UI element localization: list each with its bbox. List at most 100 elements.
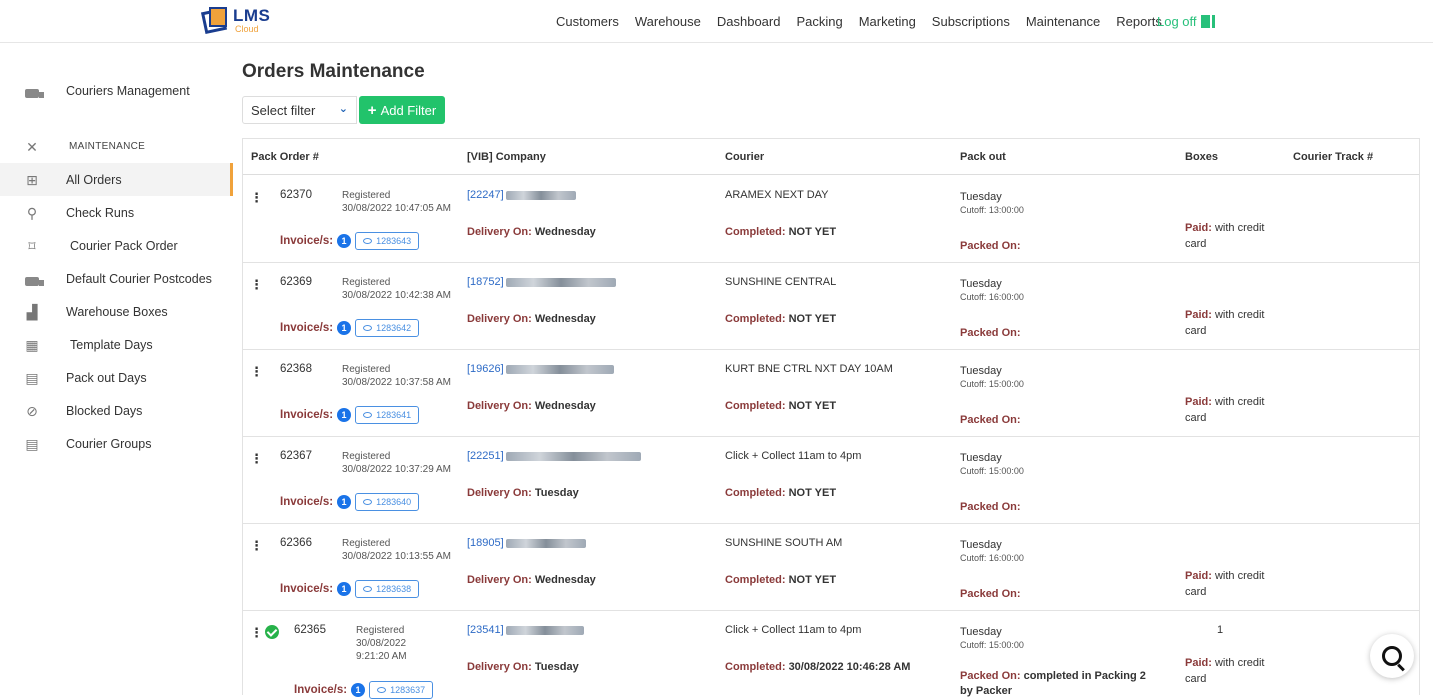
completed-label: Completed:: [725, 661, 786, 673]
paid-status: Paid: with credit card: [1185, 568, 1285, 600]
tools-icon: ✕: [26, 138, 38, 155]
boxes-icon: ▟: [26, 303, 38, 320]
pack-order-number: 62367: [280, 450, 312, 462]
blocked-icon: ⊘: [26, 402, 38, 419]
cutoff-time: Cutoff: 15:00:00: [960, 379, 1024, 389]
header-courier[interactable]: Courier: [725, 151, 764, 163]
header-courier-track[interactable]: Courier Track #: [1293, 151, 1373, 163]
packed-label: Packed On:: [960, 414, 1021, 426]
packed-label: Packed On:: [960, 501, 1021, 513]
invoice-view-button[interactable]: 1283637: [369, 681, 434, 699]
add-filter-label: Add Filter: [380, 102, 437, 118]
table-row[interactable]: ⋮ 62369 Registered 30/08/2022 10:42:38 A…: [243, 263, 1419, 350]
sidebar-couriers-management[interactable]: Couriers Management: [0, 74, 233, 107]
packed-label: Packed On:: [960, 240, 1021, 252]
company-code-link[interactable]: [19626]: [467, 363, 504, 375]
company-code-link[interactable]: [23541]: [467, 624, 504, 636]
lms-logo[interactable]: LMS Cloud: [200, 2, 270, 38]
packed-label: Packed On:: [960, 588, 1021, 600]
completed-status: Completed: 30/08/2022 10:46:28 AM: [725, 661, 910, 673]
invoice-view-button[interactable]: 1283638: [355, 580, 420, 598]
calendar-icon: ▤: [25, 369, 39, 386]
nav-maintenance[interactable]: Maintenance: [1026, 14, 1100, 29]
invoice-group: Invoice/s: 1 1283638: [280, 580, 420, 598]
nav-subscriptions[interactable]: Subscriptions: [932, 14, 1010, 29]
table-row[interactable]: ⋮ 62367 Registered 30/08/2022 10:37:29 A…: [243, 437, 1419, 524]
sidebar-item-label: Check Runs: [66, 205, 135, 220]
status-date: 30/08/2022 10:42:38 AM: [342, 290, 451, 301]
nav-customers[interactable]: Customers: [556, 14, 619, 29]
pack-out-day: Tuesday: [960, 278, 1002, 290]
nav-warehouse[interactable]: Warehouse: [635, 14, 701, 29]
sidebar-item-template-days[interactable]: ▦ Template Days: [0, 328, 233, 361]
nav-dashboard[interactable]: Dashboard: [717, 14, 781, 29]
logoff-link[interactable]: Log off: [1157, 14, 1215, 29]
invoice-number: 1283637: [390, 685, 426, 695]
table-row[interactable]: ⋮ 62368 Registered 30/08/2022 10:37:58 A…: [243, 350, 1419, 437]
courier-name: Click + Collect 11am to 4pm: [725, 450, 862, 462]
redacted-company-name: [505, 190, 576, 200]
row-menu-icon[interactable]: ⋮: [250, 625, 263, 641]
sidebar-item-courier-groups[interactable]: ▤ Courier Groups: [0, 427, 233, 460]
status-label: Registered: [356, 625, 405, 636]
company-cell: [22247]: [467, 189, 576, 201]
invoice-group: Invoice/s: 1 1283637: [294, 681, 434, 699]
paid-label: Paid:: [1185, 222, 1212, 234]
invoice-label: Invoice/s:: [280, 583, 334, 595]
boxes-count: 1: [1217, 624, 1224, 636]
sidebar-item-blocked-days[interactable]: ⊘ Blocked Days: [0, 394, 233, 427]
nav-packing[interactable]: Packing: [796, 14, 842, 29]
nav-marketing[interactable]: Marketing: [859, 14, 916, 29]
completed-value: NOT YET: [788, 313, 837, 325]
sidebar-item-label: Couriers Management: [66, 83, 190, 98]
zoom-search-button[interactable]: [1370, 634, 1414, 678]
row-menu-icon[interactable]: ⋮: [250, 190, 263, 206]
header-company[interactable]: [VIB] Company: [467, 151, 546, 163]
table-row[interactable]: ⋮ 62365 Registered 30/08/2022 9:21:20 AM…: [243, 611, 1419, 699]
row-menu-icon[interactable]: ⋮: [250, 277, 263, 293]
company-code-link[interactable]: [22251]: [467, 450, 504, 462]
cutoff-time: Cutoff: 13:00:00: [960, 205, 1024, 215]
packed-on: Packed On:: [960, 327, 1021, 339]
sidebar-item-all-orders[interactable]: ⊞ All Orders: [0, 163, 233, 196]
filter-select-value: Select filter: [251, 103, 316, 118]
company-code-link[interactable]: [22247]: [467, 189, 504, 201]
completed-status: Completed: NOT YET: [725, 313, 836, 325]
header-pack-order[interactable]: Pack Order #: [251, 151, 319, 163]
sidebar-item-default-courier-postcodes[interactable]: Default Courier Postcodes: [0, 262, 233, 295]
row-menu-icon[interactable]: ⋮: [250, 538, 263, 554]
company-code-link[interactable]: [18752]: [467, 276, 504, 288]
invoice-view-button[interactable]: 1283642: [355, 319, 420, 337]
nav-reports[interactable]: Reports: [1116, 14, 1162, 29]
box-logo-icon: [200, 6, 229, 35]
add-filter-button[interactable]: + Add Filter: [359, 96, 445, 124]
company-cell: [18905]: [467, 537, 586, 549]
delivery-on: Delivery On: Tuesday: [467, 487, 579, 499]
filter-select[interactable]: Select filter ⌄: [242, 96, 357, 124]
row-menu-icon[interactable]: ⋮: [250, 451, 263, 467]
completed-label: Completed:: [725, 226, 786, 238]
header-boxes[interactable]: Boxes: [1185, 151, 1218, 163]
row-menu-icon[interactable]: ⋮: [250, 364, 263, 380]
table-row[interactable]: ⋮ 62366 Registered 30/08/2022 10:13:55 A…: [243, 524, 1419, 611]
table-row[interactable]: ⋮ 62370 Registered 30/08/2022 10:47:05 A…: [243, 176, 1419, 263]
magnifier-icon: [1382, 646, 1402, 666]
sidebar-item-warehouse-boxes[interactable]: ▟ Warehouse Boxes: [0, 295, 233, 328]
invoice-view-button[interactable]: 1283640: [355, 493, 420, 511]
company-code-link[interactable]: [18905]: [467, 537, 504, 549]
sidebar-item-courier-pack-order[interactable]: ⌑ Courier Pack Order: [0, 229, 233, 262]
company-cell: [23541]: [467, 624, 584, 636]
sidebar-item-pack-out-days[interactable]: ▤ Pack out Days: [0, 361, 233, 394]
invoice-view-button[interactable]: 1283641: [355, 406, 420, 424]
header-pack-out[interactable]: Pack out: [960, 151, 1006, 163]
status-date: 30/08/2022 10:47:05 AM: [342, 203, 451, 214]
truck-icon: [24, 83, 44, 99]
redacted-company-name: [505, 538, 586, 548]
sidebar-item-check-runs[interactable]: ⚲ Check Runs: [0, 196, 233, 229]
paid-label: Paid:: [1185, 309, 1212, 321]
redacted-company-name: [505, 364, 614, 374]
invoice-view-button[interactable]: 1283643: [355, 232, 420, 250]
status-label: Registered: [342, 277, 391, 288]
invoice-count-badge: 1: [337, 234, 352, 248]
bookmark-icon: ⌑: [28, 237, 36, 254]
